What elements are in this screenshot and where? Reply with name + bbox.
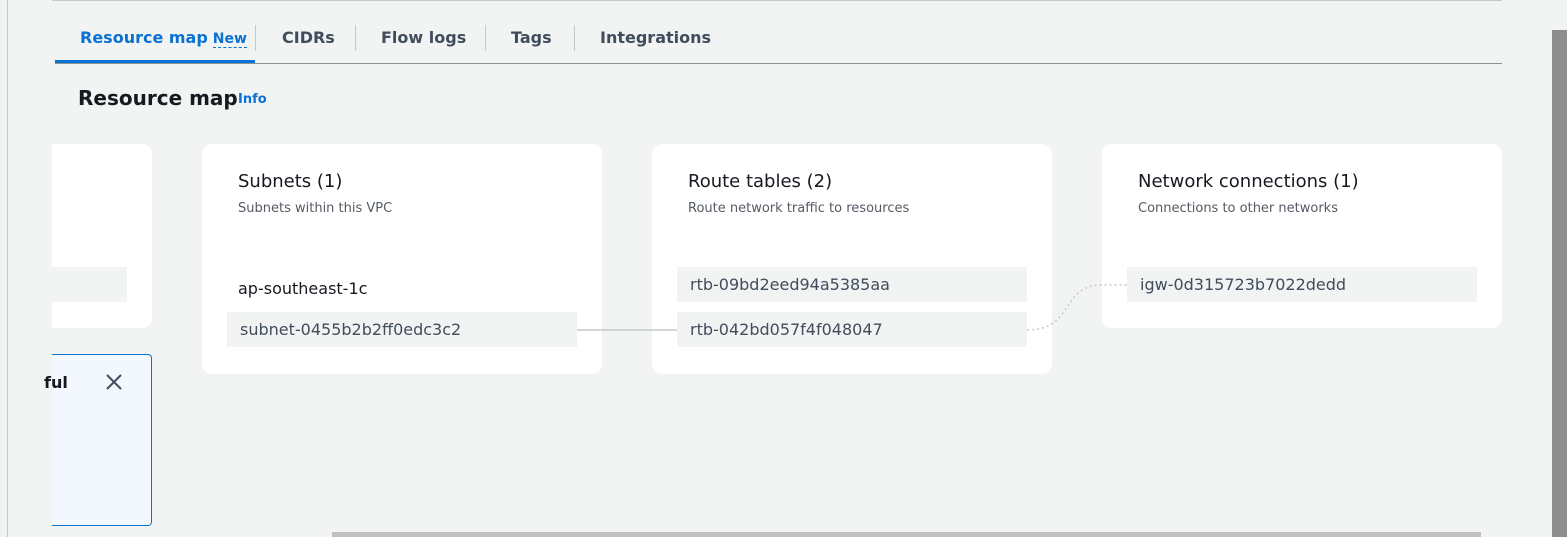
tab-tags[interactable]: Tags bbox=[511, 18, 552, 60]
vpc-card-partial bbox=[52, 144, 152, 328]
tab-divider bbox=[255, 25, 256, 51]
route-table-item[interactable]: rtb-09bd2eed94a5385aa bbox=[677, 267, 1027, 302]
availability-zone-label: ap-southeast-1c bbox=[238, 279, 368, 298]
tab-resource-map-label: Resource map bbox=[80, 28, 208, 47]
new-badge[interactable]: New bbox=[212, 31, 247, 48]
vertical-scrollbar[interactable] bbox=[1552, 30, 1567, 537]
tab-bar-divider bbox=[55, 63, 1502, 64]
flash-notification: ful bbox=[44, 354, 152, 526]
tab-flow-logs[interactable]: Flow logs bbox=[381, 18, 466, 60]
close-icon[interactable] bbox=[104, 372, 124, 392]
tab-divider bbox=[485, 25, 486, 51]
route-tables-card: Route tables (2) Route network traffic t… bbox=[652, 144, 1052, 374]
tab-divider bbox=[574, 25, 575, 51]
subnet-item[interactable]: subnet-0455b2b2ff0edc3c2 bbox=[227, 312, 577, 347]
subnets-title: Subnets (1) bbox=[238, 171, 343, 192]
left-border bbox=[7, 0, 8, 537]
vpc-resource-item[interactable] bbox=[52, 267, 127, 302]
info-link[interactable]: Info bbox=[238, 92, 267, 108]
top-divider bbox=[52, 0, 1502, 1]
internet-gateway-item[interactable]: igw-0d315723b7022dedd bbox=[1127, 267, 1477, 302]
section-title: Resource map bbox=[78, 86, 238, 110]
route-tables-subtitle: Route network traffic to resources bbox=[688, 201, 910, 216]
horizontal-scrollbar[interactable] bbox=[332, 532, 1481, 537]
subnets-subtitle: Subnets within this VPC bbox=[238, 201, 393, 216]
flash-message: ful bbox=[44, 373, 68, 392]
tab-cidrs[interactable]: CIDRs bbox=[282, 18, 335, 60]
subnets-card: Subnets (1) Subnets within this VPC ap-s… bbox=[202, 144, 602, 374]
route-tables-title: Route tables (2) bbox=[688, 171, 833, 192]
tab-bar: Resource map New CIDRs Flow logs Tags Int… bbox=[55, 18, 1502, 64]
tab-integrations[interactable]: Integrations bbox=[600, 18, 711, 60]
route-table-item[interactable]: rtb-042bd057f4f048047 bbox=[677, 312, 1027, 347]
tab-resource-map[interactable]: Resource map New bbox=[80, 18, 247, 60]
tab-divider bbox=[355, 25, 356, 51]
network-connections-title: Network connections (1) bbox=[1138, 171, 1359, 192]
network-connections-card: Network connections (1) Connections to o… bbox=[1102, 144, 1502, 328]
network-connections-subtitle: Connections to other networks bbox=[1138, 201, 1338, 216]
